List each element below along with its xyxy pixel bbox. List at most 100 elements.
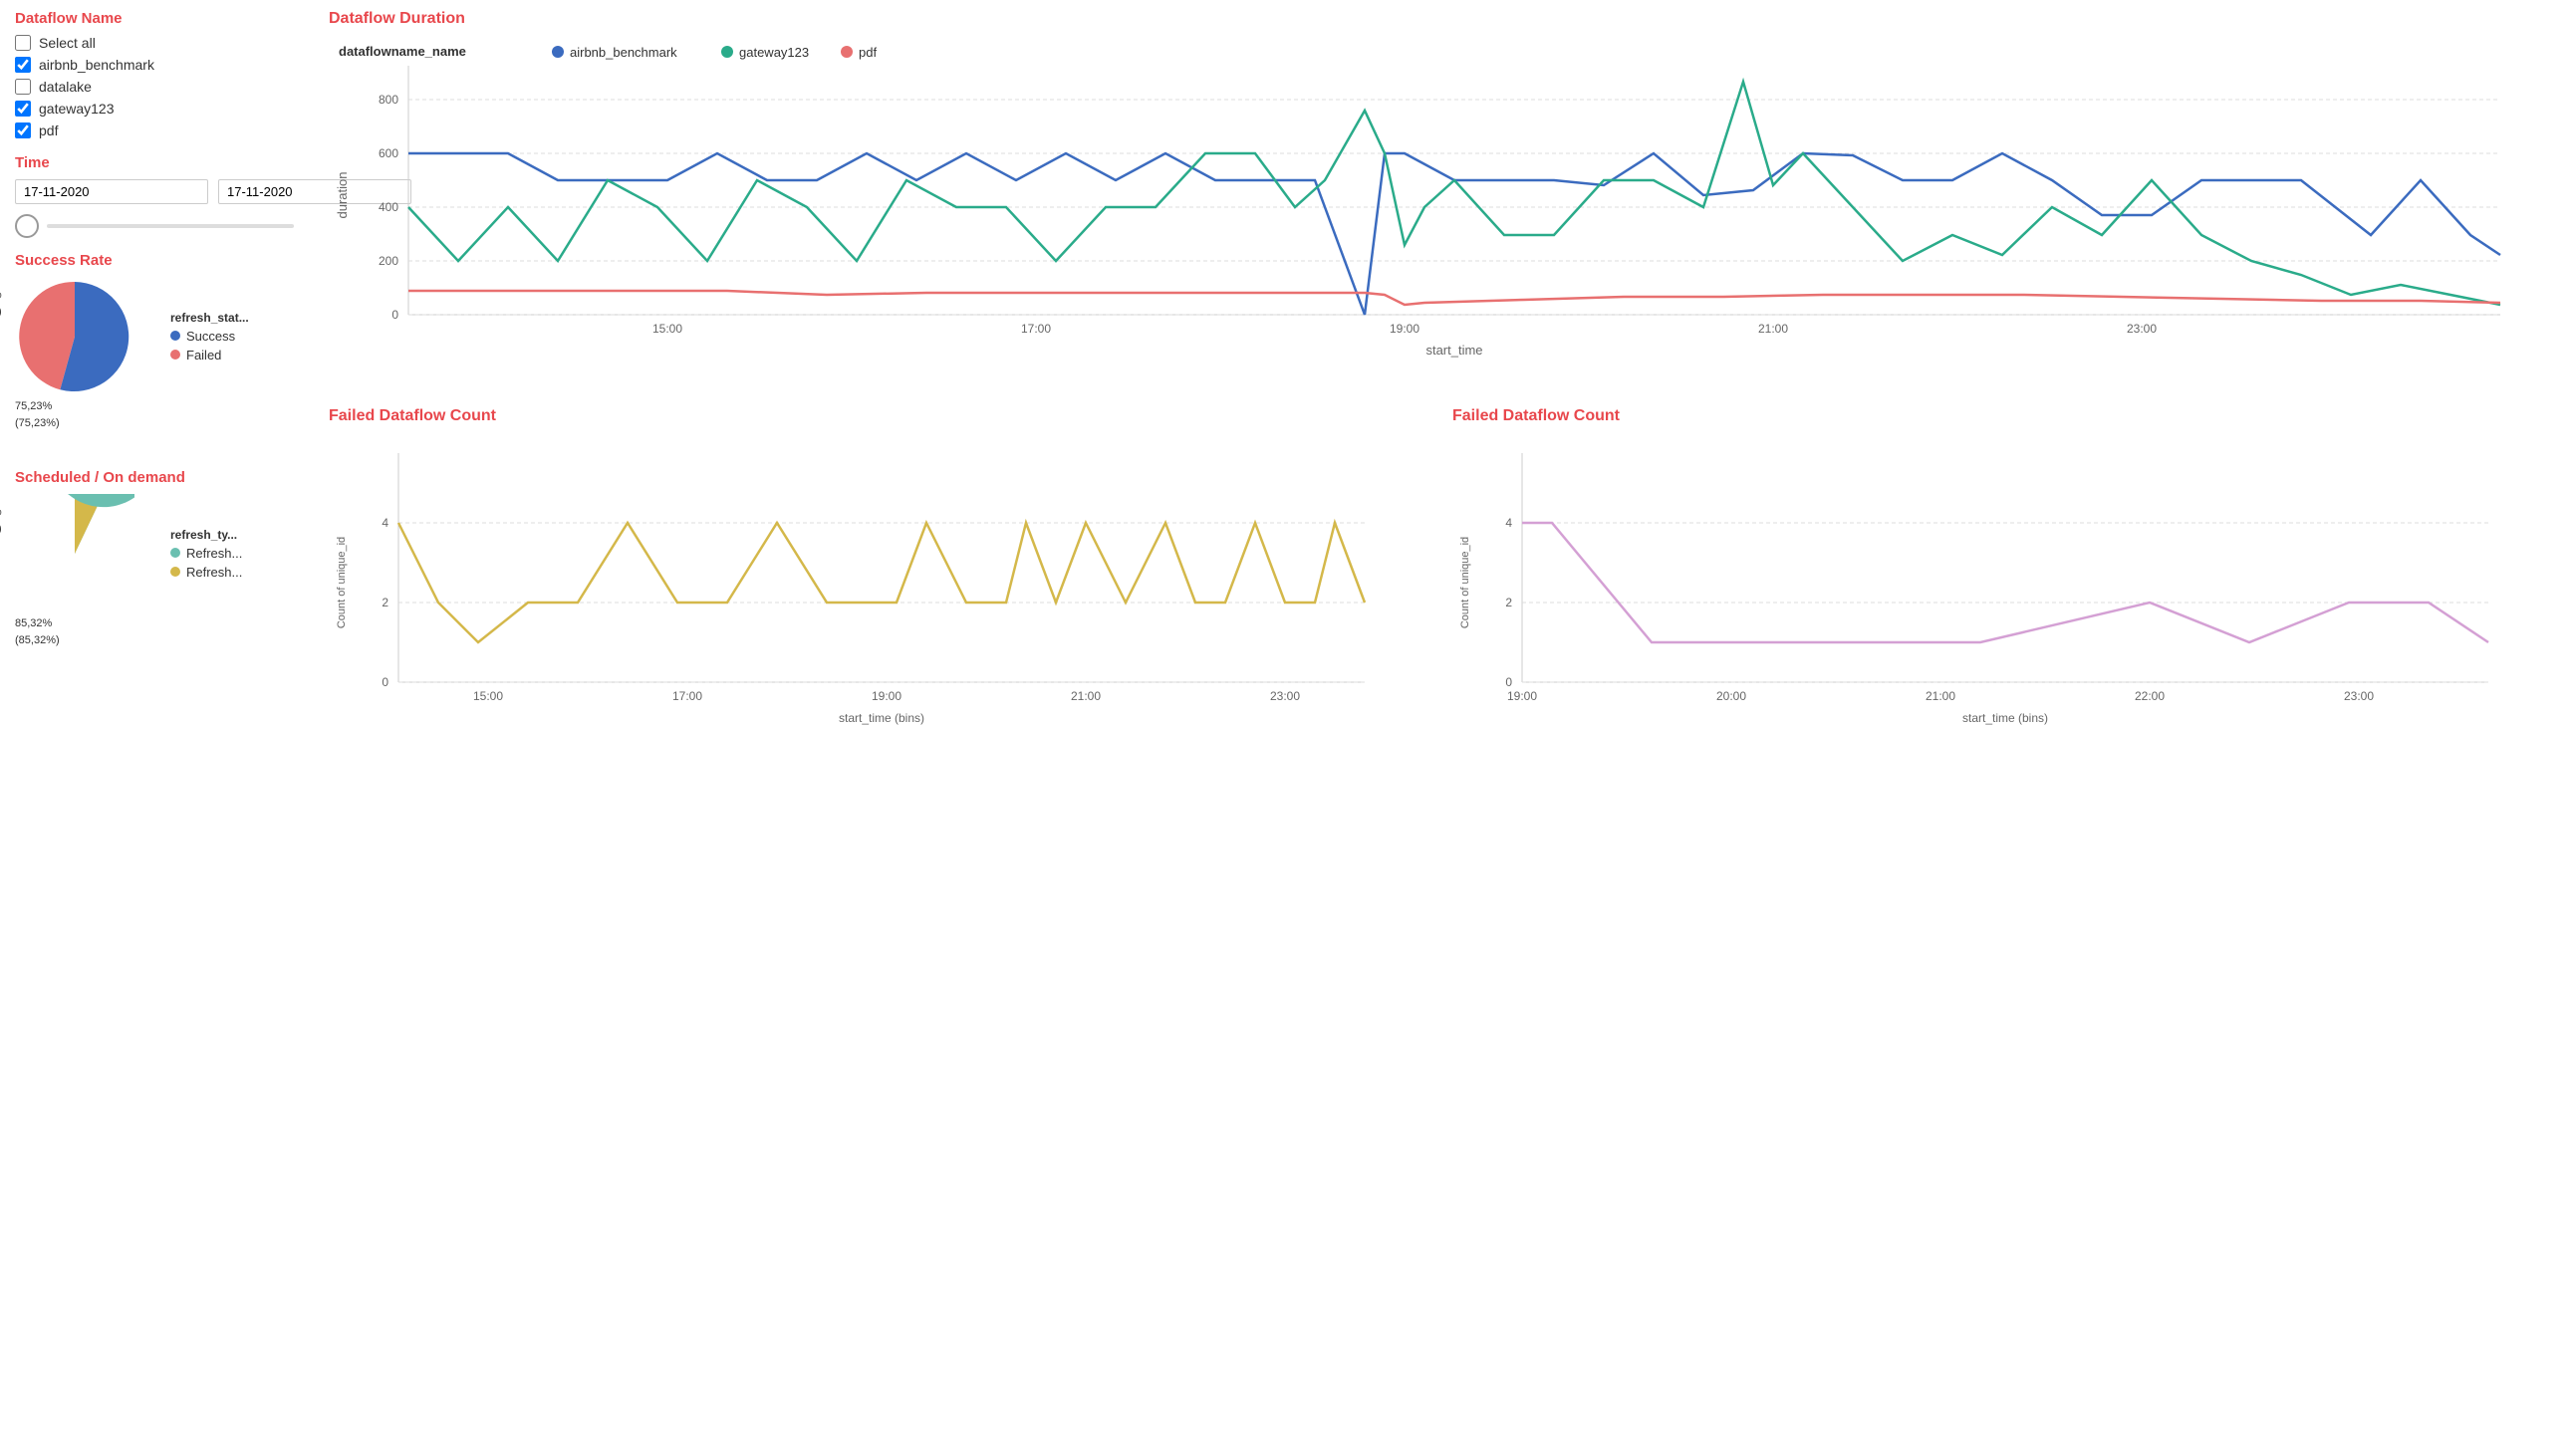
checkbox-gateway-input[interactable]: [15, 101, 31, 117]
scheduled-small-pct1: 14,68%: [0, 504, 2, 521]
success-pct-labels: 24,77% (24,77%): [0, 287, 2, 320]
duration-legend-title: dataflowname_name: [339, 44, 466, 59]
svg-text:Count of unique_id: Count of unique_id: [336, 537, 348, 628]
svg-text:4: 4: [382, 516, 388, 530]
checkbox-airbnb-input[interactable]: [15, 57, 31, 73]
duration-chart-section: Dataflow Duration dataflowname_name airb…: [329, 10, 2556, 377]
checkbox-datalake-label: datalake: [39, 79, 92, 95]
failed-count-chart: 0 2 4 Count of unique_id 15:00 17:00 19:…: [329, 433, 1385, 752]
date-inputs: [15, 179, 294, 204]
svg-text:400: 400: [379, 200, 398, 214]
legend-failed-dot: [170, 350, 180, 360]
checkbox-pdf[interactable]: pdf: [15, 122, 294, 138]
svg-text:0: 0: [382, 675, 388, 689]
bottom-charts-row: Failed Dataflow Count 0 2 4 Count of uni…: [329, 407, 2556, 755]
svg-text:0: 0: [1505, 675, 1512, 689]
duration-chart: dataflowname_name airbnb_benchmark gatew…: [329, 36, 2520, 374]
slider-track[interactable]: [47, 224, 294, 228]
svg-text:600: 600: [379, 146, 398, 160]
svg-text:start_time (bins): start_time (bins): [1962, 711, 2048, 725]
select-all-checkbox[interactable]: [15, 35, 31, 51]
scheduled-small-pct: 14,68% (14,68%): [0, 504, 2, 537]
legend-success-label: Success: [186, 329, 235, 344]
svg-text:Count of unique_id: Count of unique_id: [1459, 537, 1471, 628]
date-start-input[interactable]: [15, 179, 208, 204]
svg-text:23:00: 23:00: [2344, 689, 2374, 703]
svg-text:17:00: 17:00: [672, 689, 702, 703]
svg-text:800: 800: [379, 93, 398, 107]
svg-text:19:00: 19:00: [1390, 322, 1419, 336]
checkbox-airbnb[interactable]: airbnb_benchmark: [15, 57, 294, 73]
slider-knob[interactable]: [15, 214, 39, 238]
dataflow-section-title: Dataflow Name: [15, 10, 294, 27]
success-legend-title: refresh_stat...: [170, 311, 249, 325]
svg-text:21:00: 21:00: [1926, 689, 1955, 703]
scheduled-section: Scheduled / On demand 14,68% (14,68%) 85…: [15, 469, 294, 616]
scheduled-pie-wrapper: 14,68% (14,68%) 85,32% (85,32%): [15, 494, 134, 616]
scheduled-large-pct1: 85,32%: [15, 615, 60, 632]
svg-text:0: 0: [391, 308, 398, 322]
success-pie-wrapper: 24,77% (24,77%) 75,23% (75,23%): [15, 277, 134, 399]
svg-text:airbnb_benchmark: airbnb_benchmark: [570, 45, 677, 60]
success-pct: 75,23%: [15, 398, 60, 415]
svg-text:2: 2: [382, 596, 388, 609]
svg-text:19:00: 19:00: [1507, 689, 1537, 703]
success-rate-title: Success Rate: [15, 252, 294, 269]
checkbox-datalake[interactable]: datalake: [15, 79, 294, 95]
failed-count-chart-section: Failed Dataflow Count 0 2 4 Count of uni…: [329, 407, 1432, 755]
select-all-item[interactable]: Select all: [15, 35, 294, 51]
success-legend: refresh_stat... Success Failed: [170, 311, 249, 366]
svg-text:15:00: 15:00: [473, 689, 503, 703]
checkbox-pdf-label: pdf: [39, 122, 58, 138]
time-slider-container: [15, 214, 294, 238]
svg-text:start_time (bins): start_time (bins): [839, 711, 924, 725]
scheduled-legend-title: refresh_ty...: [170, 528, 242, 542]
svg-text:23:00: 23:00: [2127, 322, 2157, 336]
success-bottom-labels: 75,23% (75,23%): [15, 398, 60, 431]
svg-text:21:00: 21:00: [1758, 322, 1788, 336]
failed-pct: 24,77%: [0, 287, 2, 304]
legend-refresh2-dot: [170, 567, 180, 577]
svg-text:15:00: 15:00: [652, 322, 682, 336]
failed-pct2: (24,77%): [0, 304, 2, 321]
scheduled-large-pct: 85,32% (85,32%): [15, 615, 60, 648]
sidebar: Dataflow Name Select all airbnb_benchmar…: [0, 0, 309, 1454]
checkbox-gateway-label: gateway123: [39, 101, 115, 117]
time-title: Time: [15, 154, 294, 171]
svg-text:4: 4: [1505, 516, 1512, 530]
legend-refresh1-label: Refresh...: [186, 546, 242, 561]
scheduled-pie-chart: [15, 494, 134, 613]
failed-count-title: Failed Dataflow Count: [329, 407, 1432, 425]
svg-text:20:00: 20:00: [1716, 689, 1746, 703]
legend-refresh2: Refresh...: [170, 565, 242, 580]
checkbox-airbnb-label: airbnb_benchmark: [39, 57, 154, 73]
checkbox-datalake-input[interactable]: [15, 79, 31, 95]
svg-text:17:00: 17:00: [1021, 322, 1051, 336]
success-pct2: (75,23%): [15, 415, 60, 432]
scheduled-pie-container: 14,68% (14,68%) 85,32% (85,32%) refresh_…: [15, 494, 294, 616]
checkbox-pdf-input[interactable]: [15, 122, 31, 138]
legend-refresh2-label: Refresh...: [186, 565, 242, 580]
failed-count2-title: Failed Dataflow Count: [1452, 407, 2556, 425]
svg-text:2: 2: [1505, 596, 1512, 609]
duration-chart-title: Dataflow Duration: [329, 10, 2556, 28]
scheduled-title: Scheduled / On demand: [15, 469, 294, 486]
legend-failed-label: Failed: [186, 348, 221, 363]
failed-count2-chart-section: Failed Dataflow Count 0 2 4 Count of uni…: [1452, 407, 2556, 755]
legend-failed: Failed: [170, 348, 249, 363]
scheduled-large-pct2: (85,32%): [15, 632, 60, 649]
checkbox-gateway[interactable]: gateway123: [15, 101, 294, 117]
svg-text:start_time: start_time: [1425, 343, 1482, 358]
svg-text:gateway123: gateway123: [739, 45, 809, 60]
legend-refresh1-dot: [170, 548, 180, 558]
svg-text:22:00: 22:00: [2135, 689, 2165, 703]
svg-text:23:00: 23:00: [1270, 689, 1300, 703]
legend-success: Success: [170, 329, 249, 344]
svg-text:duration: duration: [335, 172, 350, 219]
scheduled-legend: refresh_ty... Refresh... Refresh...: [170, 528, 242, 584]
time-section: Time: [15, 154, 294, 238]
legend-success-dot: [170, 331, 180, 341]
scheduled-small-pct2: (14,68%): [0, 521, 2, 538]
success-pie-chart: [15, 277, 134, 396]
failed-count2-chart: 0 2 4 Count of unique_id 19:00 20:00 21:…: [1452, 433, 2508, 752]
